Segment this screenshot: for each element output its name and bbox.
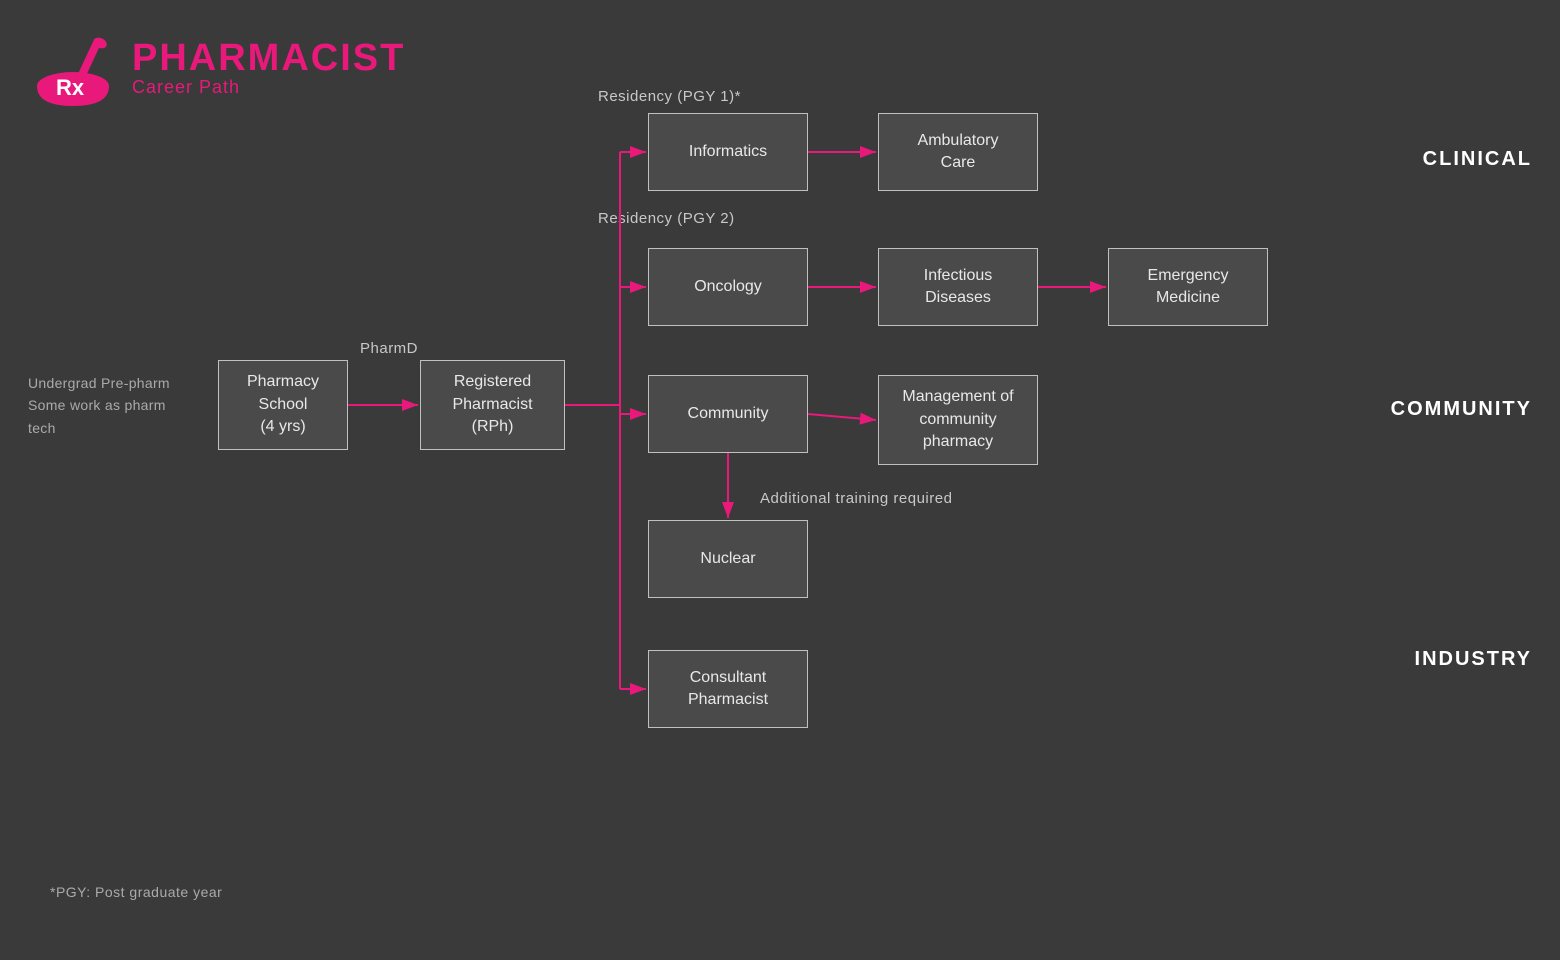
logo-title: PHARMACIST: [132, 39, 405, 77]
section-industry: INDUSTRY: [1415, 648, 1532, 671]
svg-text:Rx: Rx: [56, 75, 85, 100]
additional-training-label: Additional training required: [760, 490, 952, 507]
informatics-box: Informatics: [648, 113, 808, 191]
logo-text: PHARMACIST Career Path: [132, 39, 405, 98]
mortar-icon: Rx: [28, 28, 118, 108]
ambulatory-care-box: Ambulatory Care: [878, 113, 1038, 191]
nuclear-box: Nuclear: [648, 520, 808, 598]
registered-pharmacist-box: Registered Pharmacist (RPh): [420, 360, 565, 450]
footnote: *PGY: Post graduate year: [50, 884, 222, 900]
infectious-diseases-box: Infectious Diseases: [878, 248, 1038, 326]
undergrad-description: Undergrad Pre-pharm Some work as pharm t…: [28, 372, 170, 439]
consultant-pharmacist-box: Consultant Pharmacist: [648, 650, 808, 728]
oncology-box: Oncology: [648, 248, 808, 326]
residency1-label: Residency (PGY 1)*: [598, 88, 741, 105]
section-clinical: CLINICAL: [1423, 148, 1532, 171]
residency2-label: Residency (PGY 2): [598, 210, 735, 227]
logo-subtitle: Career Path: [132, 77, 405, 98]
pharmd-label: PharmD: [360, 340, 418, 357]
logo: Rx PHARMACIST Career Path: [28, 28, 405, 108]
pharmacy-school-box: Pharmacy School (4 yrs): [218, 360, 348, 450]
community-box: Community: [648, 375, 808, 453]
emergency-medicine-box: Emergency Medicine: [1108, 248, 1268, 326]
management-community-box: Management of community pharmacy: [878, 375, 1038, 465]
section-community: COMMUNITY: [1391, 398, 1532, 421]
